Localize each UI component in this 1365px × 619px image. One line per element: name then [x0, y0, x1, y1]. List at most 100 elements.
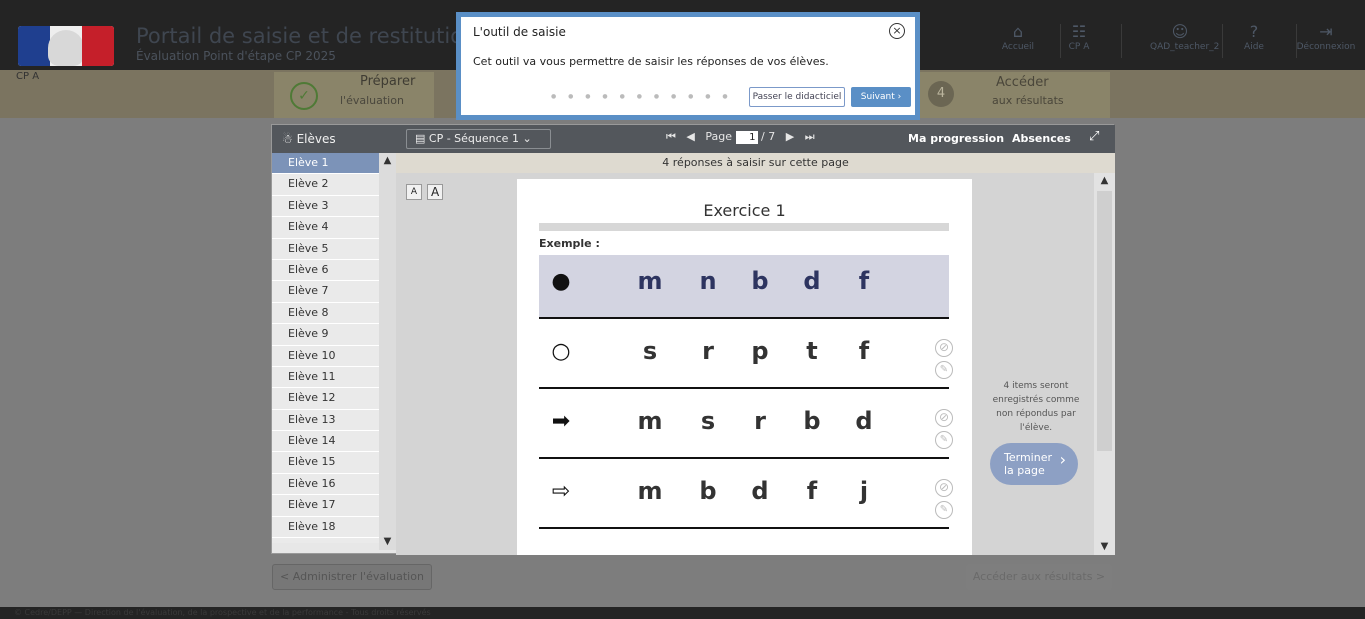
- nav-home[interactable]: ⌂ Accueil: [988, 22, 1048, 52]
- administer-button[interactable]: < Administrer l'évaluation: [272, 564, 432, 590]
- step-prepare[interactable]: ✓ Préparer l'évaluation: [274, 72, 434, 118]
- letter-choice[interactable]: f: [797, 477, 827, 505]
- close-icon[interactable]: ×: [889, 23, 905, 39]
- first-page-icon[interactable]: ⏮: [666, 130, 676, 143]
- page-input[interactable]: 1: [735, 130, 758, 144]
- letter-choice[interactable]: f: [849, 337, 879, 365]
- step-results-title: Accéder: [996, 75, 1049, 90]
- item-row-3: ⇨ m b d f j ⊘ ✎: [539, 465, 953, 529]
- letter-choice[interactable]: m: [635, 477, 665, 505]
- empty-circle-icon: ○: [551, 339, 571, 364]
- item-row-2: ➡ m s r b d ⊘ ✎: [539, 395, 953, 459]
- sequence-value: CP - Séquence 1: [428, 132, 519, 145]
- finish-page-button[interactable]: Terminer la page ›: [990, 443, 1078, 485]
- student-item[interactable]: Elève 6: [272, 260, 379, 282]
- chevron-down-icon[interactable]: ▼: [1094, 539, 1115, 555]
- student-item[interactable]: Elève 15: [272, 452, 379, 474]
- letter-choice[interactable]: b: [797, 407, 827, 435]
- example-label: Exemple :: [539, 237, 600, 250]
- step-results[interactable]: 4 Accéder aux résultats: [920, 72, 1110, 118]
- not-answered-notice: 4 items seront enregistrés comme non rép…: [992, 381, 1080, 433]
- last-page-icon[interactable]: ⏭: [805, 130, 815, 143]
- font-larger-button[interactable]: A: [427, 184, 444, 200]
- skip-tutorial-button[interactable]: Passer le didacticiel: [749, 87, 845, 107]
- student-item[interactable]: Elève 18: [272, 517, 379, 539]
- letter-choice[interactable]: t: [797, 337, 827, 365]
- tutorial-body: Cet outil va vous permettre de saisir le…: [473, 55, 829, 68]
- sequence-select[interactable]: ▤ CP - Séquence 1 ⌄: [406, 129, 551, 149]
- next-button[interactable]: Suivant ›: [851, 87, 911, 107]
- no-answer-icon[interactable]: ⊘: [935, 479, 953, 497]
- edit-icon[interactable]: ✎: [935, 431, 953, 449]
- edit-icon[interactable]: ✎: [935, 501, 953, 519]
- student-item[interactable]: Elève 17: [272, 495, 379, 517]
- next-page-icon[interactable]: ▶: [786, 130, 794, 143]
- no-answer-icon[interactable]: ⊘: [935, 339, 953, 357]
- toolbar: ▤ CP - Séquence 1 ⌄ ⏮ ◀ Page 1 / 7 ▶ ⏭ M…: [396, 125, 1115, 153]
- absences-link[interactable]: Absences: [1012, 132, 1071, 145]
- letter-choice[interactable]: r: [693, 337, 723, 365]
- content-scrollbar[interactable]: ▲ ▼: [1094, 173, 1115, 555]
- nav-class[interactable]: ☷ CP A: [1049, 22, 1109, 52]
- filled-circle-icon: ●: [551, 269, 571, 294]
- student-item[interactable]: Elève 16: [272, 474, 379, 496]
- scroll-thumb[interactable]: [1097, 191, 1112, 451]
- letter-choice[interactable]: d: [849, 407, 879, 435]
- student-item[interactable]: Elève 10: [272, 346, 379, 367]
- row-rule: [539, 457, 949, 459]
- nav-label: Aide: [1244, 42, 1264, 52]
- letter-choice: m: [637, 267, 663, 295]
- letter-choice[interactable]: d: [745, 477, 775, 505]
- letter-choice[interactable]: m: [635, 407, 665, 435]
- tutorial-title: L'outil de saisie: [473, 25, 566, 39]
- student-item[interactable]: Elève 11: [272, 367, 379, 389]
- chevron-up-icon[interactable]: ▲: [379, 153, 396, 169]
- nav-logout[interactable]: ⇥ Déconnexion: [1296, 22, 1356, 52]
- step-prepare-subtitle: l'évaluation: [340, 94, 404, 107]
- logout-icon: ⇥: [1319, 22, 1333, 41]
- nav-help[interactable]: ? Aide: [1224, 22, 1284, 52]
- page-total: / 7: [761, 130, 776, 143]
- edit-icon[interactable]: ✎: [935, 361, 953, 379]
- chevron-down-icon[interactable]: ▼: [379, 534, 396, 550]
- letter-choice[interactable]: b: [693, 477, 723, 505]
- row-rule: [539, 387, 949, 389]
- letter-choice[interactable]: j: [849, 477, 879, 505]
- student-item[interactable]: Elève 4: [272, 217, 379, 239]
- student-item[interactable]: Elève 2: [272, 174, 379, 196]
- no-answer-icon[interactable]: ⊘: [935, 409, 953, 427]
- prev-page-icon[interactable]: ◀: [686, 130, 694, 143]
- student-list-scrollbar[interactable]: ▲ ▼: [379, 153, 396, 550]
- letter-choice[interactable]: s: [635, 337, 665, 365]
- nav-separator: [1121, 24, 1122, 58]
- step-number: 4: [928, 81, 954, 107]
- republique-logo: [18, 26, 114, 66]
- student-item[interactable]: Elève 13: [272, 410, 379, 432]
- progress-link[interactable]: Ma progression: [908, 132, 1004, 145]
- nav-user[interactable]: ☺ QAD_teacher_2: [1150, 22, 1220, 52]
- finish-label-1: Terminer: [1004, 451, 1052, 464]
- student-item[interactable]: Elève 7: [272, 281, 379, 303]
- outline-arrow-icon: ⇨: [551, 479, 571, 504]
- expand-icon[interactable]: ⤢: [1089, 129, 1099, 144]
- nav-label: CP A: [1068, 42, 1090, 52]
- step-results-subtitle: aux résultats: [992, 94, 1064, 107]
- student-item[interactable]: Elève 3: [272, 196, 379, 218]
- student-item[interactable]: Elève 14: [272, 431, 379, 453]
- nav-label: QAD_teacher_2: [1150, 42, 1220, 52]
- results-button[interactable]: Accéder aux résultats >: [966, 564, 1112, 590]
- letter-choice[interactable]: r: [745, 407, 775, 435]
- row-rule: [539, 317, 949, 319]
- font-smaller-button[interactable]: A: [406, 184, 422, 200]
- exercise-title: Exercice 1: [703, 201, 786, 220]
- student-item[interactable]: Elève 12: [272, 388, 379, 410]
- student-item[interactable]: Elève 5: [272, 239, 379, 260]
- student-item[interactable]: Elève 1: [272, 153, 379, 175]
- title-divider: [539, 223, 949, 231]
- letter-choice[interactable]: p: [745, 337, 775, 365]
- chevron-up-icon[interactable]: ▲: [1094, 173, 1115, 189]
- row-rule: [539, 527, 949, 529]
- student-item[interactable]: Elève 8: [272, 303, 379, 325]
- letter-choice[interactable]: s: [693, 407, 723, 435]
- student-item[interactable]: Elève 9: [272, 324, 379, 346]
